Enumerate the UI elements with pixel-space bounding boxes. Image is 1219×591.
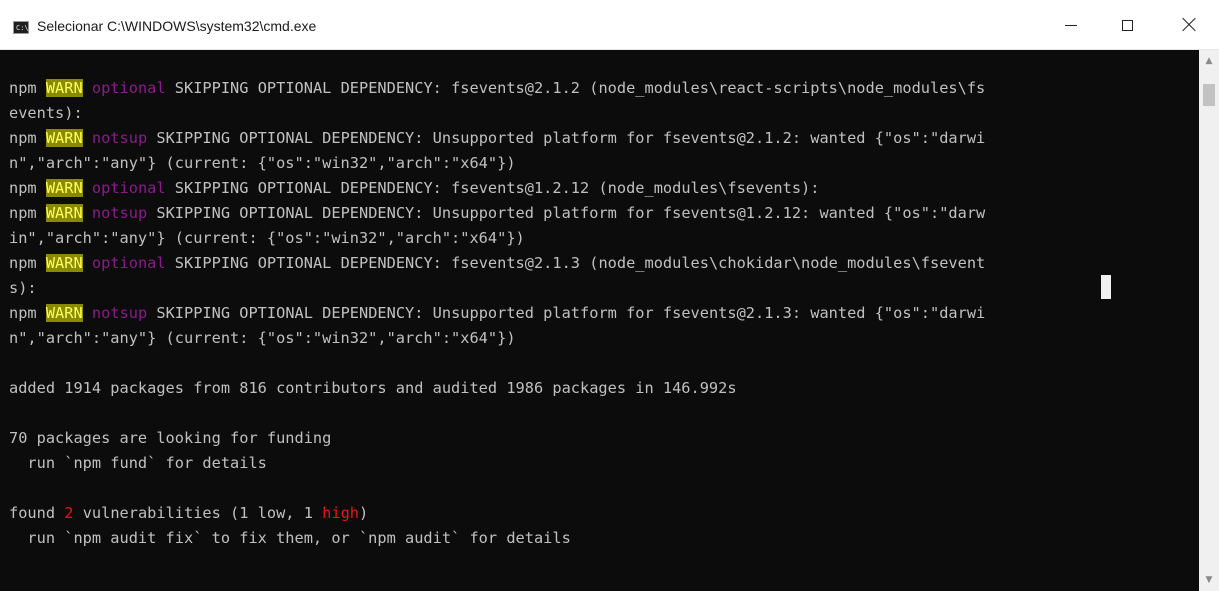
console-text: s): xyxy=(9,279,37,297)
console-text: run `npm fund` for details xyxy=(9,454,267,472)
maximize-icon xyxy=(1121,19,1133,31)
cmd-icon[interactable]: C:\ xyxy=(13,21,29,34)
console-line: events): xyxy=(9,101,985,126)
console-text: SKIPPING OPTIONAL DEPENDENCY: fsevents@2… xyxy=(165,254,986,272)
warn-category: notsup xyxy=(91,304,148,322)
console-text: SKIPPING OPTIONAL DEPENDENCY: Unsupporte… xyxy=(147,304,986,322)
console-text: npm xyxy=(9,179,46,197)
console-line: n","arch":"any"} (current: {"os":"win32"… xyxy=(9,151,985,176)
console-line: s): xyxy=(9,276,985,301)
text-cursor xyxy=(1101,275,1111,299)
cmd-icon-text: C:\ xyxy=(16,24,29,32)
warn-category: optional xyxy=(91,254,166,272)
console-line: npm WARN optional SKIPPING OPTIONAL DEPE… xyxy=(9,76,985,101)
console-text: SKIPPING OPTIONAL DEPENDENCY: fsevents@2… xyxy=(165,79,986,97)
window-title: Selecionar C:\WINDOWS\system32\cmd.exe xyxy=(37,18,317,34)
console-line: npm WARN optional SKIPPING OPTIONAL DEPE… xyxy=(9,176,985,201)
console-text: in","arch":"any"} (current: {"os":"win32… xyxy=(9,229,525,247)
scroll-up-arrow-icon[interactable]: ▲ xyxy=(1199,50,1219,72)
severity-highlight: high xyxy=(322,504,359,522)
warn-category: notsup xyxy=(91,204,148,222)
close-icon xyxy=(1182,18,1196,32)
console-text: SKIPPING OPTIONAL DEPENDENCY: Unsupporte… xyxy=(147,204,986,222)
console-text: found xyxy=(9,504,65,522)
warn-category: notsup xyxy=(91,129,148,147)
scroll-down-arrow-icon[interactable]: ▼ xyxy=(1199,569,1219,591)
vertical-scrollbar[interactable]: ▲ ▼ xyxy=(1199,50,1219,591)
console-text: npm xyxy=(9,129,46,147)
console-line: n","arch":"any"} (current: {"os":"win32"… xyxy=(9,326,985,351)
console-text: npm xyxy=(9,79,46,97)
warn-category: optional xyxy=(91,79,166,97)
console-text: n","arch":"any"} (current: {"os":"win32"… xyxy=(9,329,516,347)
console-line: npm WARN notsup SKIPPING OPTIONAL DEPEND… xyxy=(9,201,985,226)
console-line: npm WARN notsup SKIPPING OPTIONAL DEPEND… xyxy=(9,126,985,151)
console-line: found 2 vulnerabilities (1 low, 1 high) xyxy=(9,501,985,526)
console-line: 70 packages are looking for funding xyxy=(9,426,985,451)
console-text: ) xyxy=(359,504,369,522)
warn-label: WARN xyxy=(45,254,83,272)
warn-label: WARN xyxy=(45,204,83,222)
title-bar[interactable]: C:\ Selecionar C:\WINDOWS\system32\cmd.e… xyxy=(0,0,1219,50)
console-text: n","arch":"any"} (current: {"os":"win32"… xyxy=(9,154,516,172)
warn-label: WARN xyxy=(45,79,83,97)
cmd-window: C:\ Selecionar C:\WINDOWS\system32\cmd.e… xyxy=(0,0,1219,591)
scrollbar-thumb[interactable] xyxy=(1203,84,1215,106)
minimize-icon xyxy=(1065,24,1077,26)
console-line: run `npm audit fix` to fix them, or `npm… xyxy=(9,526,985,551)
console-text: 70 packages are looking for funding xyxy=(9,429,332,447)
maximize-button[interactable] xyxy=(1099,0,1155,50)
console-line: added 1914 packages from 816 contributor… xyxy=(9,376,985,401)
console-text: npm xyxy=(9,204,46,222)
console-text: added 1914 packages from 816 contributor… xyxy=(9,379,737,397)
console-output[interactable]: npm WARN optional SKIPPING OPTIONAL DEPE… xyxy=(0,50,1199,591)
warn-label: WARN xyxy=(45,129,83,147)
console-line: in","arch":"any"} (current: {"os":"win32… xyxy=(9,226,985,251)
warn-label: WARN xyxy=(45,304,83,322)
warn-label: WARN xyxy=(45,179,83,197)
close-button[interactable] xyxy=(1158,0,1219,50)
console-line: npm WARN optional SKIPPING OPTIONAL DEPE… xyxy=(9,251,985,276)
console-text: SKIPPING OPTIONAL DEPENDENCY: Unsupporte… xyxy=(147,129,986,147)
console-text: npm xyxy=(9,254,46,272)
console-lines: npm WARN optional SKIPPING OPTIONAL DEPE… xyxy=(9,76,985,551)
console-text: npm xyxy=(9,304,46,322)
warn-category: optional xyxy=(91,179,166,197)
console-text: vulnerabilities (1 low, 1 xyxy=(73,504,323,522)
console-text: events): xyxy=(9,104,83,122)
console-line: npm WARN notsup SKIPPING OPTIONAL DEPEND… xyxy=(9,301,985,326)
minimize-button[interactable] xyxy=(1043,0,1099,50)
console-text: SKIPPING OPTIONAL DEPENDENCY: fsevents@1… xyxy=(165,179,820,197)
console-line: run `npm fund` for details xyxy=(9,451,985,476)
console-text: run `npm audit fix` to fix them, or `npm… xyxy=(9,529,571,547)
